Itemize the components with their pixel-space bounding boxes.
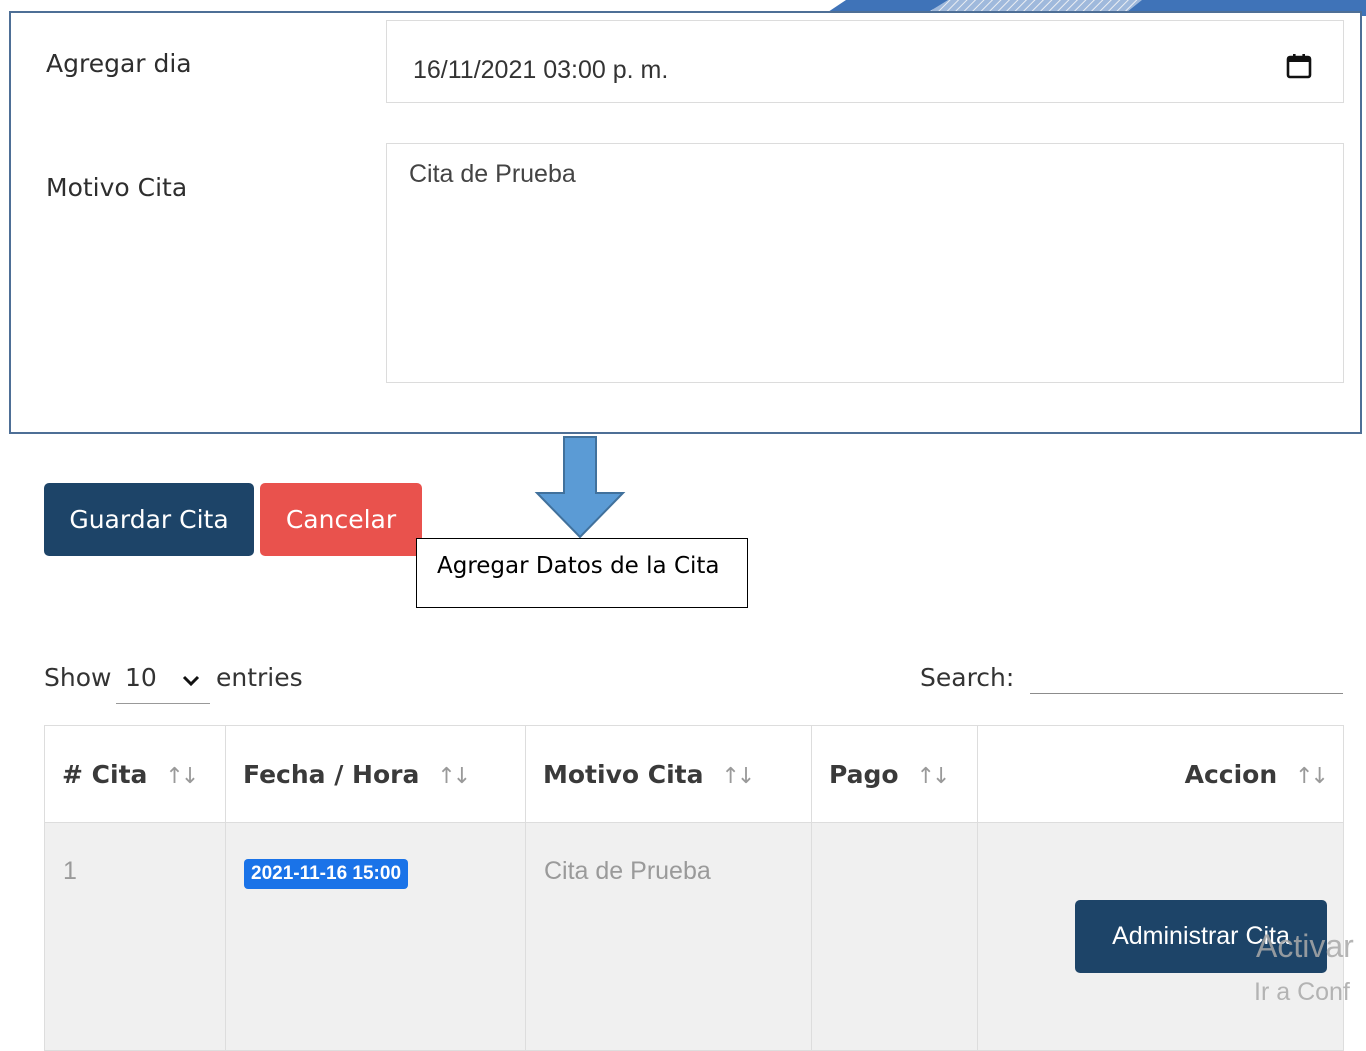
column-header-action[interactable]: Accion ↑↓ — [977, 725, 1344, 823]
column-header-id[interactable]: # Cita ↑↓ — [44, 725, 226, 823]
appointments-table: # Cita ↑↓ Fecha / Hora ↑↓ Motivo Cita ↑↓ Pa… — [44, 725, 1344, 1051]
entries-label: entries — [216, 663, 303, 692]
chevron-down-icon — [182, 675, 200, 687]
arrow-down-icon — [534, 436, 626, 538]
table-row: 1 2021-11-16 15:00 Cita de Prueba Admini… — [44, 822, 1344, 1051]
sort-icon[interactable]: ↑↓ — [165, 764, 199, 789]
date-badge: 2021-11-16 15:00 — [244, 859, 409, 889]
column-header-label: Motivo Cita — [543, 759, 704, 789]
cell-payment — [811, 822, 978, 1051]
reason-label: Motivo Cita — [46, 173, 188, 202]
search-input[interactable] — [1030, 658, 1343, 694]
cancel-button[interactable]: Cancelar — [260, 483, 422, 556]
table-header-row: # Cita ↑↓ Fecha / Hora ↑↓ Motivo Cita ↑↓ Pa… — [44, 725, 1344, 823]
column-header-label: Pago — [829, 759, 899, 789]
activation-watermark-line1: Activar — [1256, 928, 1354, 964]
sort-icon[interactable]: ↑↓ — [722, 764, 756, 789]
activation-watermark-line2: Ir a Conf — [1254, 978, 1350, 1006]
appointment-form: Agregar dia 16/11/2021 03:00 p. m. Motiv… — [9, 11, 1362, 434]
cell-id: 1 — [44, 822, 226, 1051]
cell-datetime: 2021-11-16 15:00 — [225, 822, 526, 1051]
column-header-label: Accion — [1184, 759, 1278, 789]
show-label: Show — [44, 663, 112, 692]
reason-textarea[interactable]: Cita de Prueba — [386, 143, 1344, 383]
annotation-callout: Agregar Datos de la Cita — [416, 538, 748, 608]
sort-icon[interactable]: ↑↓ — [917, 764, 951, 789]
date-time-input[interactable]: 16/11/2021 03:00 p. m. — [386, 20, 1344, 103]
sort-icon[interactable]: ↑↓ — [437, 764, 471, 789]
date-time-value: 16/11/2021 03:00 p. m. — [413, 56, 669, 84]
calendar-icon[interactable] — [1285, 52, 1313, 80]
cell-reason: Cita de Prueba — [525, 822, 812, 1051]
column-header-label: Fecha / Hora — [243, 759, 420, 789]
search-label: Search: — [920, 663, 1015, 692]
reason-value: Cita de Prueba — [409, 160, 576, 188]
column-header-datetime[interactable]: Fecha / Hora ↑↓ — [225, 725, 526, 823]
column-header-label: # Cita — [62, 759, 148, 789]
column-header-payment[interactable]: Pago ↑↓ — [811, 725, 978, 823]
entries-select[interactable]: 10 — [116, 660, 210, 704]
entries-selected-value: 10 — [125, 663, 157, 692]
date-label: Agregar dia — [46, 49, 192, 78]
sort-icon[interactable]: ↑↓ — [1295, 764, 1329, 789]
column-header-reason[interactable]: Motivo Cita ↑↓ — [525, 725, 812, 823]
save-appointment-button[interactable]: Guardar Cita — [44, 483, 254, 556]
